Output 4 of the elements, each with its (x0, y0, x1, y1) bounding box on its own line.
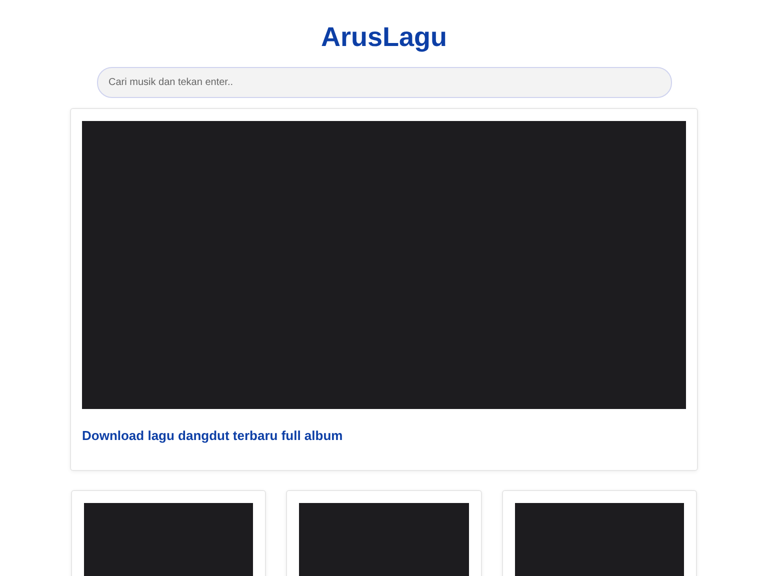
search-field[interactable]: Cari musik dan tekan enter.. (96, 67, 672, 98)
video-player[interactable] (82, 121, 686, 409)
site-title[interactable]: ArusLagu (320, 22, 447, 52)
post-title-link[interactable]: Download lagu dangdut terbaru full album (82, 426, 343, 446)
